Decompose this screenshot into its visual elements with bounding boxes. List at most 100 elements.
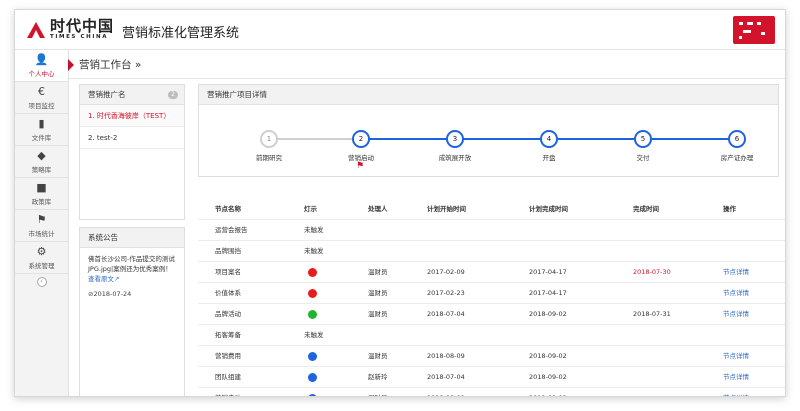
- detail-panel: 营销推广项目详情 1 前期研究 2 营销启动 3 成筑展开放 4 开盘 5 交付 6 房产证办理 ⚑: [198, 84, 779, 177]
- step-label: 交付: [636, 154, 650, 162]
- tags-icon: ◆: [37, 148, 46, 162]
- step-circle[interactable]: 3: [446, 130, 464, 148]
- user-avatar[interactable]: [733, 16, 775, 44]
- nav-label: 策略库: [31, 165, 52, 174]
- node-name: 项目案名: [215, 268, 241, 276]
- logo-text-cn: 时代中国: [50, 17, 115, 36]
- notice-date: ⊘2018-07-24: [88, 290, 132, 298]
- step-circle[interactable]: 4: [540, 130, 558, 148]
- notice-more-link[interactable]: 查看原文: [88, 275, 114, 283]
- step-circle[interactable]: 2: [352, 130, 370, 148]
- nav-item[interactable]: ⚙ 系统管理: [15, 242, 68, 274]
- nav-label: 政策库: [31, 197, 52, 206]
- divider: [69, 78, 785, 79]
- notice-text: 佛首长沙公司-作品提交的测试JPG.jpg|案例还为优秀案例！: [88, 255, 175, 273]
- promo-list-item[interactable]: 1. 时代香海彼岸（TEST）: [80, 105, 184, 127]
- step-label: 房产证办理: [720, 154, 754, 162]
- column-header: 计划完成时间: [529, 205, 568, 213]
- notice-panel-header: 系统公告: [80, 228, 184, 248]
- promo-panel-header: 营销推广名 2: [80, 85, 184, 105]
- column-header: 处理人: [368, 205, 388, 213]
- nav-label: 市场统计: [28, 229, 55, 238]
- step-connector: [643, 138, 737, 140]
- nav-item[interactable]: ▮ 文件库: [15, 114, 68, 146]
- step-connector: [455, 138, 549, 140]
- notice-panel: 系统公告 佛首长沙公司-作品提交的测试JPG.jpg|案例还为优秀案例！ 查看原…: [79, 227, 185, 396]
- column-header: 完成时间: [633, 205, 659, 213]
- column-header: 计划开始时间: [427, 205, 466, 213]
- logo-text-en: TIMES CHINA: [50, 34, 109, 41]
- node-detail-link[interactable]: 节点详情: [723, 283, 749, 304]
- node-detail-link[interactable]: 节点详情: [723, 346, 749, 367]
- status-light: [308, 352, 317, 361]
- node-name: 拓客筹备: [215, 331, 241, 339]
- plan-end-date: 2018-09-02: [529, 388, 567, 396]
- promo-panel-title: 营销推广名: [88, 90, 126, 99]
- table-row: 价值体系 温财员 2017-02-23 2017-04-17 节点详情: [198, 283, 785, 304]
- plan-end-date: 2018-09-02: [529, 373, 567, 381]
- node-detail-link[interactable]: 节点详情: [723, 367, 749, 388]
- table-row: 营销费用 温财员 2018-08-09 2018-09-02 节点详情: [198, 346, 785, 367]
- node-owner: 温财员: [368, 310, 388, 318]
- flag-icon: ⚑: [36, 212, 47, 226]
- node-detail-link[interactable]: 节点详情: [723, 388, 749, 396]
- status-light: [308, 289, 317, 298]
- euro-icon: €: [38, 84, 45, 98]
- step-connector: [361, 138, 455, 140]
- node-owner: 温财员: [368, 268, 388, 276]
- promo-count-badge: 2: [168, 91, 178, 99]
- done-date: 2018-07-30: [633, 268, 671, 276]
- breadcrumb: 营销工作台 »: [79, 59, 142, 71]
- column-header: 操作: [723, 205, 736, 213]
- node-name: 品牌围挡: [215, 247, 241, 255]
- left-nav: 👤 个人中心 € 项目监控 ▮ 文件库 ◆ 策略库 ■ 政策库 ⚑ 市场统计 ⚙ 系统管理 ‹: [15, 50, 74, 396]
- step-connector: [269, 138, 361, 140]
- step-connector: [549, 138, 643, 140]
- plan-start-date: 2018-08-09: [427, 352, 465, 360]
- nav-label: 文件库: [31, 133, 52, 142]
- nav-item[interactable]: 👤 个人中心: [15, 50, 74, 82]
- detail-panel-title: 营销推广项目详情: [199, 85, 778, 105]
- node-name: 营销费用: [215, 352, 241, 360]
- table-row: 团队组建 赵新玲 2018-07-04 2018-09-02 节点详情: [198, 367, 785, 388]
- step-label: 开盘: [542, 154, 556, 162]
- step-circle[interactable]: 6: [728, 130, 746, 148]
- chevron-left-icon: ‹: [36, 277, 47, 287]
- node-detail-link[interactable]: 节点详情: [723, 262, 749, 283]
- collapse-nav-button[interactable]: ‹: [15, 274, 68, 290]
- plan-end-date: 2018-09-02: [529, 352, 567, 360]
- app-window: 时代中国 TIMES CHINA 营销标准化管理系统 👤 个人中心 € 项目监控 ▮ 文件…: [14, 9, 786, 397]
- node-name: 营销启动: [215, 388, 241, 396]
- plan-start-date: 2017-02-09: [427, 268, 465, 276]
- node-detail-link[interactable]: 节点详情: [723, 304, 749, 325]
- table-row: 拓客筹备 未触发: [198, 325, 785, 346]
- node-name: 运营会报告: [215, 226, 248, 234]
- promo-list-item[interactable]: 2. test-2: [80, 127, 184, 149]
- node-status: 未触发: [304, 247, 324, 255]
- node-owner: 赵新玲: [368, 373, 388, 381]
- table-row: 品牌活动 温财员 2018-07-04 2018-09-02 2018-07-31 节点详…: [198, 304, 785, 325]
- nav-item[interactable]: ■ 政策库: [15, 178, 68, 210]
- step-circle[interactable]: 1: [260, 130, 278, 148]
- status-light: [308, 310, 317, 319]
- plan-end-date: 2018-09-02: [529, 310, 567, 318]
- table-header-row: 节点名称 灯示 处理人 计划开始时间 计划完成时间 完成时间 操作: [198, 199, 785, 220]
- column-header: 节点名称: [215, 205, 241, 213]
- table-row: 品牌围挡 未触发: [198, 241, 785, 262]
- user-icon: 👤: [34, 52, 49, 66]
- nav-item[interactable]: ◆ 策略库: [15, 146, 68, 178]
- plan-start-date: 2018-08-09: [427, 388, 465, 396]
- step-label: 前期研究: [256, 154, 282, 162]
- table-row: 运营会报告 未触发: [198, 220, 785, 241]
- node-name: 团队组建: [215, 373, 241, 381]
- node-status: 未触发: [304, 226, 324, 234]
- nav-item[interactable]: € 项目监控: [15, 82, 68, 114]
- promo-panel: 营销推广名 2 1. 时代香海彼岸（TEST） 2. test-2: [79, 84, 185, 220]
- plan-start-date: 2018-07-04: [427, 310, 465, 318]
- plan-end-date: 2017-04-17: [529, 268, 567, 276]
- node-name: 价值体系: [215, 289, 241, 297]
- nav-label: 系统管理: [28, 261, 55, 270]
- logo: 时代中国 TIMES CHINA: [25, 16, 114, 44]
- step-circle[interactable]: 5: [634, 130, 652, 148]
- nav-item[interactable]: ⚑ 市场统计: [15, 210, 68, 242]
